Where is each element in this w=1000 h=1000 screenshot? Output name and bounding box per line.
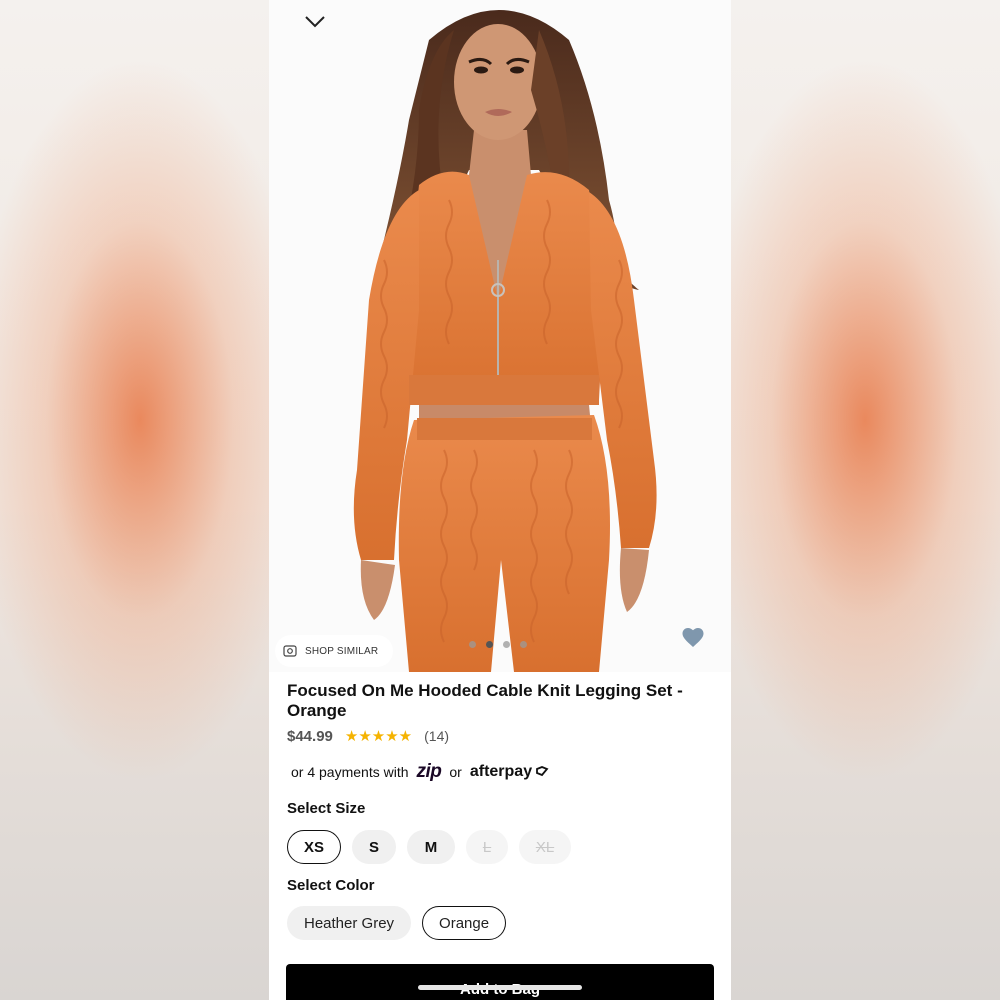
- product-price: $44.99: [287, 727, 333, 745]
- color-selector: Heather Grey Orange: [287, 906, 507, 940]
- shop-similar-button[interactable]: SHOP SIMILAR: [275, 635, 393, 667]
- size-label: Select Size: [287, 800, 366, 817]
- installment-row: or 4 payments with zip or afterpay: [291, 761, 550, 783]
- heart-icon[interactable]: [681, 626, 705, 648]
- zip-logo[interactable]: zip: [417, 761, 442, 783]
- product-title: Focused On Me Hooded Cable Knit Legging …: [287, 681, 683, 720]
- afterpay-loop-icon: [536, 766, 549, 777]
- color-option-heather-grey[interactable]: Heather Grey: [287, 906, 412, 940]
- size-option-xs[interactable]: XS: [287, 830, 341, 864]
- product-photo: [353, 10, 657, 672]
- add-to-bag-button[interactable]: Add to Bag: [286, 964, 714, 1000]
- product-image-carousel[interactable]: SHOP SIMILAR: [269, 0, 731, 672]
- carousel-dot[interactable]: [469, 641, 476, 648]
- shop-similar-label: SHOP SIMILAR: [305, 645, 379, 657]
- installment-prefix: or 4 payments with: [291, 764, 409, 780]
- size-option-m[interactable]: M: [407, 830, 455, 864]
- price-rating-row: $44.99 ★★★★★ (14): [287, 727, 449, 746]
- color-label: Select Color: [287, 877, 375, 894]
- installment-separator: or: [449, 764, 462, 780]
- carousel-dot[interactable]: [503, 641, 510, 648]
- carousel-dot[interactable]: [486, 641, 493, 648]
- carousel-dot[interactable]: [520, 641, 527, 648]
- chevron-down-icon[interactable]: [303, 12, 327, 32]
- color-option-orange[interactable]: Orange: [422, 906, 507, 940]
- size-option-xl: XL: [519, 830, 571, 864]
- shop-similar-icon: [283, 645, 297, 657]
- afterpay-logo[interactable]: afterpay: [470, 763, 550, 781]
- review-count[interactable]: (14): [424, 728, 449, 744]
- star-rating[interactable]: ★★★★★: [345, 727, 412, 745]
- home-indicator: [418, 985, 582, 990]
- carousel-indicator: [469, 641, 527, 648]
- size-selector: XS S M L XL: [287, 830, 571, 864]
- afterpay-text: afterpay: [469, 763, 533, 780]
- size-option-s[interactable]: S: [352, 830, 396, 864]
- product-page: SHOP SIMILAR Focused On Me Hooded Cable …: [269, 0, 731, 1000]
- size-option-l: L: [466, 830, 508, 864]
